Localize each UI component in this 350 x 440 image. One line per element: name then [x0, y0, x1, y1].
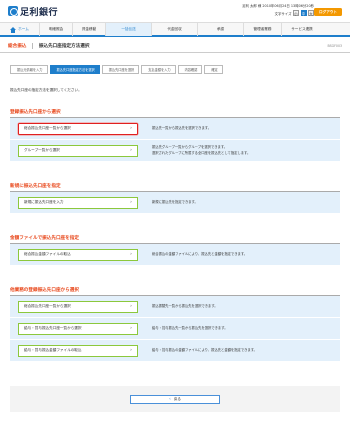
user-info: 足利 太郎 様 2010年06月24日 13時06分20秒 — [242, 4, 314, 8]
section-amount-file: 金額ファイルで振込先口座を指定 総合振込金額ファイルの取込 › 総合振込の金額フ… — [10, 232, 340, 266]
step-6: 確定 — [204, 65, 223, 74]
import-salary-file-button[interactable]: 給与・賞与振込金額ファイルの取込 › — [18, 344, 138, 357]
bank-logo-icon — [8, 6, 18, 16]
bank-logo: 足利銀行 — [8, 5, 59, 18]
description-line: 振込先一覧から振込先を選択できます。 — [152, 125, 212, 130]
screen-code: BSGF003 — [327, 43, 342, 48]
option-row: 総合振込金額ファイルの取込 › 総合振込の金額ファイルにより、振込先と金額を指定… — [10, 244, 340, 266]
step-5: 内容確認 — [177, 65, 203, 74]
bank-name: 足利銀行 — [20, 7, 59, 18]
nav-admin[interactable]: 管理者業務 — [244, 23, 282, 36]
footer-actions: ‹ 戻る — [10, 386, 340, 412]
back-label: 戻る — [173, 396, 182, 401]
nav-fund-transfer[interactable]: 資金移動 — [73, 23, 106, 36]
back-button[interactable]: ‹ 戻る — [130, 394, 220, 404]
option-row: 給与・賞与振込金額ファイルの取込 › 給与・賞与振込の金額ファイルにより、振込先… — [10, 340, 340, 362]
page-title-bar: 総合振込 振込先口座指定方法選択 BSGF003 — [0, 39, 350, 53]
font-size-control: 文字サイズ 小 中 大 — [275, 10, 314, 16]
step-2-current: 振込先口座指定方法を選択 — [49, 65, 100, 74]
button-label: 総合振込金額ファイルの取込 — [24, 252, 71, 256]
logout-button[interactable]: ログアウト — [314, 8, 342, 16]
section-heading: 金額ファイルで振込先口座を指定 — [10, 232, 340, 244]
button-label: 給与・賞与振込先口座一覧から選択 — [24, 326, 82, 330]
chevron-right-icon: › — [130, 126, 132, 131]
nav-home-label: ホーム — [18, 27, 29, 31]
page-category: 総合振込 — [8, 43, 27, 49]
import-amount-file-button[interactable]: 総合振込金額ファイルの取込 › — [18, 248, 138, 261]
title-divider — [32, 42, 33, 49]
page-title: 振込先口座指定方法選択 — [38, 43, 90, 49]
step-3: 振込先口座を選択 — [101, 65, 140, 74]
select-from-payee-list-button[interactable]: 総合振込先口座一覧から選択 › — [18, 122, 138, 135]
font-size-label: 文字サイズ — [274, 11, 292, 16]
button-label: グループ一覧から選択 — [24, 148, 60, 152]
option-row: グループ一覧から選択 › 振込先グループ一覧からグループを選択できます。 選択さ… — [10, 140, 340, 162]
section-heading: 他業務の登録振込先口座から選択 — [10, 284, 340, 296]
nav-approval[interactable]: 承認 — [198, 23, 244, 36]
home-icon — [10, 26, 17, 33]
enter-new-payee-button[interactable]: 新規に振込先口座を入力 › — [18, 196, 138, 209]
option-row: 総合振込先口座一覧から選択 › 振込先一覧から振込先を選択できます。 — [10, 118, 340, 140]
option-description: 振込振替先一覧から振込先を選択できます。 — [152, 304, 218, 309]
select-from-salary-list-button[interactable]: 給与・賞与振込先口座一覧から選択 › — [18, 322, 138, 335]
header: 足利銀行 足利 太郎 様 2010年06月24日 13時06分20秒 文字サイズ… — [0, 0, 350, 22]
chevron-right-icon: › — [130, 348, 132, 353]
step-1: 振込元情報を入力 — [10, 65, 48, 74]
description-line: 給与・賞与振込先一覧から振込先を選択できます。 — [152, 325, 228, 330]
section-heading: 新規に振込先口座を指定 — [10, 180, 340, 192]
section-new-account: 新規に振込先口座を指定 新規に振込先口座を入力 › 新規に振込先を指定できます。 — [10, 180, 340, 214]
option-row: 総合振込先口座一覧から選択 › 振込振替先一覧から振込先を選択できます。 — [10, 296, 340, 318]
font-size-medium-button[interactable]: 中 — [300, 10, 307, 16]
option-row: 給与・賞与振込先口座一覧から選択 › 給与・賞与振込先一覧から振込先を選択できま… — [10, 318, 340, 340]
nav-collection[interactable]: 代金回収 — [152, 23, 198, 36]
button-label: 総合振込先口座一覧から選択 — [24, 304, 71, 308]
description-line: 振込振替先一覧から振込先を選択できます。 — [152, 303, 218, 308]
chevron-right-icon: › — [130, 148, 132, 153]
global-nav: ホーム 明細照会 資金移動 一括伝送 代金回収 承認 管理者業務 サービス連携 — [0, 22, 350, 37]
option-description: 振込先グループ一覧からグループを選択できます。 選択されたグループに所属する全口… — [152, 145, 250, 156]
option-description: 総合振込の金額ファイルにより、振込先と金額を指定できます。 — [152, 252, 247, 257]
description-line: 選択されたグループに所属する全口座を振込先として指定します。 — [152, 150, 251, 155]
instruction-text: 振込先口座の指定方法を選択してください。 — [10, 88, 82, 92]
nav-bulk-transfer[interactable]: 一括伝送 — [106, 23, 152, 36]
section-heading: 登録振込先口座から選択 — [10, 106, 340, 118]
chevron-right-icon: › — [130, 200, 132, 205]
font-size-small-button[interactable]: 小 — [293, 10, 299, 16]
option-description: 新規に振込先を指定できます。 — [152, 200, 198, 205]
nav-home[interactable]: ホーム — [0, 23, 40, 36]
nav-statements[interactable]: 明細照会 — [40, 23, 73, 36]
section-other-services: 他業務の登録振込先口座から選択 総合振込先口座一覧から選択 › 振込振替先一覧か… — [10, 284, 340, 362]
nav-service-link[interactable]: サービス連携 — [282, 23, 322, 36]
progress-steps: 振込元情報を入力 振込先口座指定方法を選択 振込先口座を選択 支払金額を入力 内… — [10, 65, 225, 74]
option-description: 給与・賞与振込先一覧から振込先を選択できます。 — [152, 326, 228, 331]
step-4: 支払金額を入力 — [141, 65, 176, 74]
chevron-left-icon: ‹ — [168, 396, 171, 402]
description-line: 新規に振込先を指定できます。 — [152, 199, 198, 204]
description-line: 給与・賞与振込の金額ファイルにより、振込先と金額を指定できます。 — [152, 347, 257, 352]
option-description: 振込先一覧から振込先を選択できます。 — [152, 126, 211, 131]
select-from-transfer-list-button[interactable]: 総合振込先口座一覧から選択 › — [18, 300, 138, 313]
chevron-right-icon: › — [130, 326, 132, 331]
option-description: 給与・賞与振込の金額ファイルにより、振込先と金額を指定できます。 — [152, 348, 257, 353]
chevron-right-icon: › — [130, 252, 132, 257]
chevron-right-icon: › — [130, 304, 132, 309]
button-label: 給与・賞与振込金額ファイルの取込 — [24, 348, 82, 352]
select-from-group-list-button[interactable]: グループ一覧から選択 › — [18, 144, 138, 157]
button-label: 総合振込先口座一覧から選択 — [24, 126, 71, 130]
description-line: 総合振込の金額ファイルにより、振込先と金額を指定できます。 — [152, 251, 248, 256]
option-row: 新規に振込先口座を入力 › 新規に振込先を指定できます。 — [10, 192, 340, 214]
button-label: 新規に振込先口座を入力 — [24, 200, 64, 204]
section-registered-accounts: 登録振込先口座から選択 総合振込先口座一覧から選択 › 振込先一覧から振込先を選… — [10, 106, 340, 162]
